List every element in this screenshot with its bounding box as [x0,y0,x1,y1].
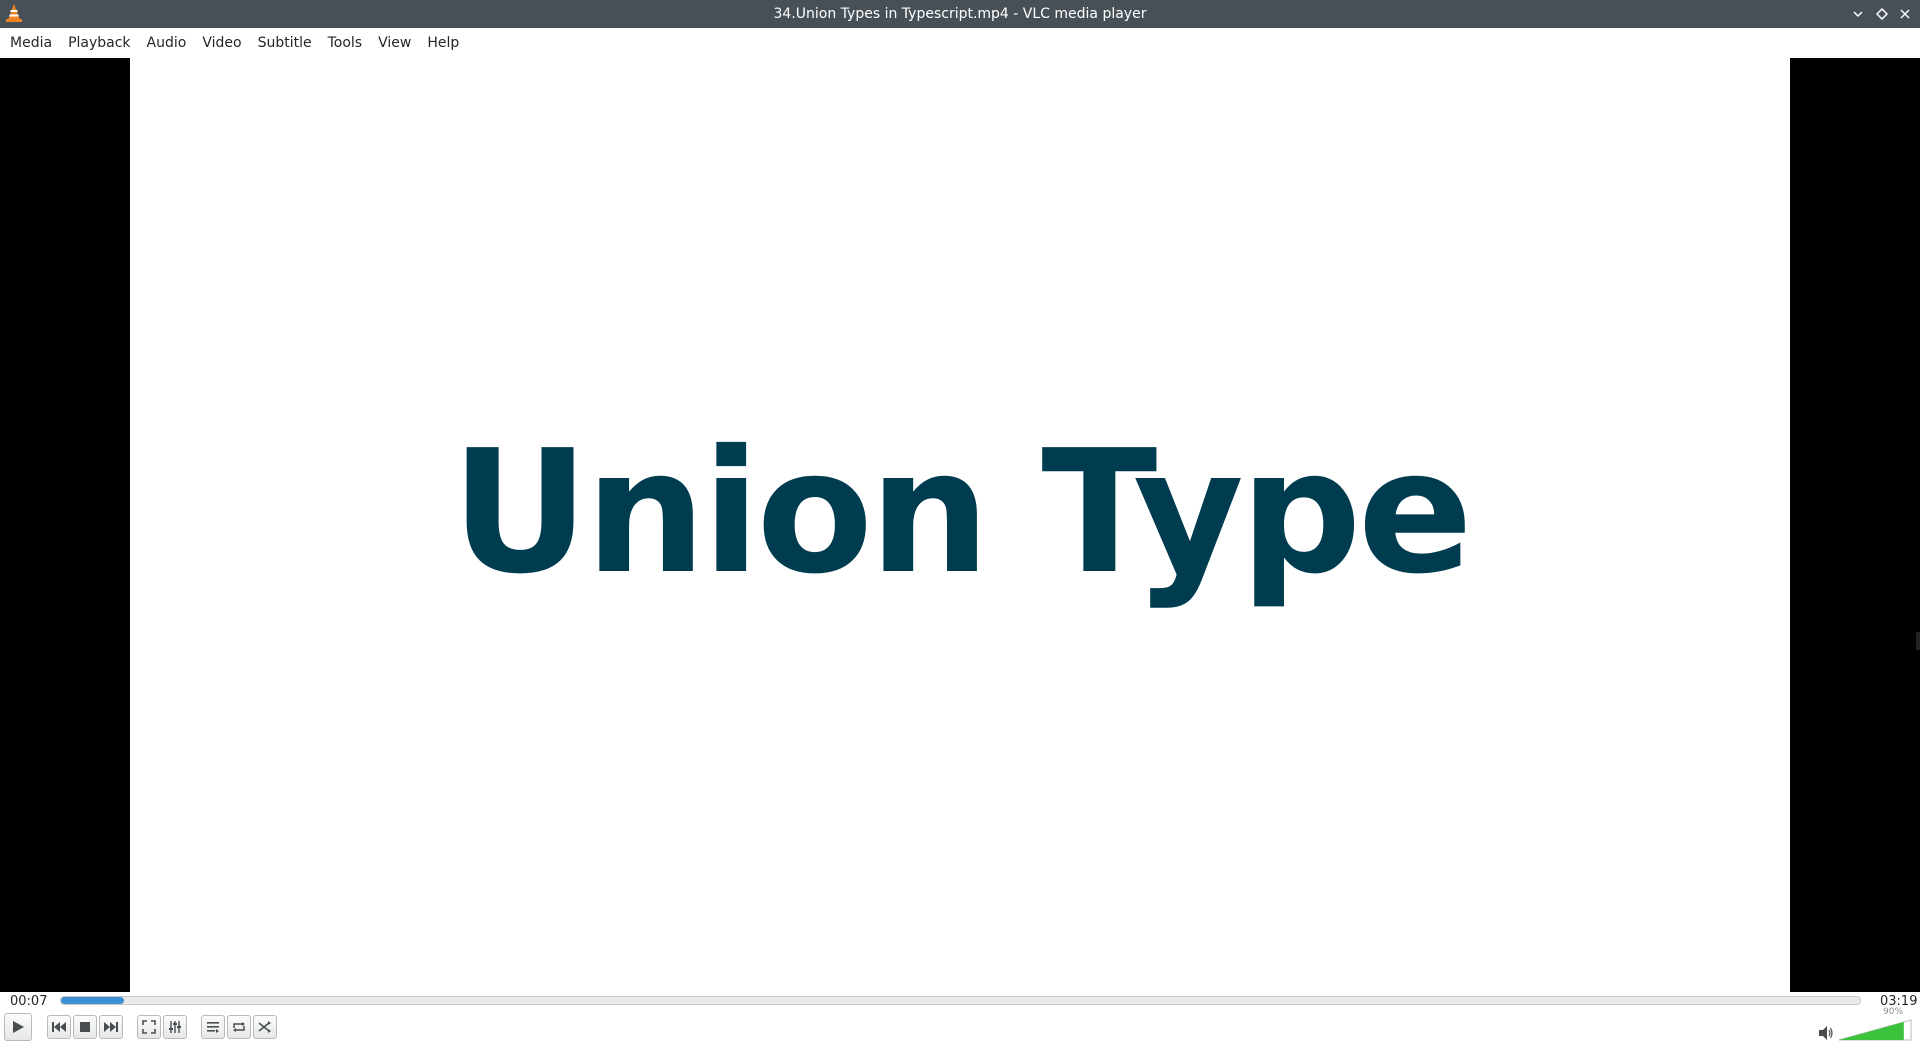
stop-button[interactable] [73,1015,97,1039]
fullscreen-icon [142,1020,156,1034]
resize-handle[interactable] [1916,632,1920,650]
maximize-button[interactable] [1872,4,1892,24]
close-button[interactable] [1895,4,1915,24]
menu-view[interactable]: View [370,28,419,58]
seek-slider[interactable] [60,996,1861,1005]
seek-progress [61,997,124,1004]
shuffle-icon [258,1021,271,1033]
video-frame: Union Type [130,58,1790,992]
extended-settings-icon [169,1021,181,1033]
seek-row: 00:07 03:19 [0,992,1920,1011]
fullscreen-button[interactable] [137,1015,161,1039]
minimize-icon [1853,11,1863,18]
maximize-icon [1876,8,1888,20]
close-icon [1900,9,1910,19]
title-bar: 34.Union Types in Typescript.mp4 - VLC m… [0,0,1920,28]
loop-icon [233,1022,245,1032]
video-frame-text: Union Type [451,414,1473,612]
loop-button[interactable] [227,1015,251,1039]
volume-percent: 90% [1883,1007,1904,1017]
previous-icon [52,1022,66,1032]
menu-video[interactable]: Video [194,28,249,58]
menu-tools[interactable]: Tools [320,28,371,58]
menu-help[interactable]: Help [419,28,467,58]
video-area[interactable]: Union Type [0,58,1920,992]
menu-audio[interactable]: Audio [139,28,195,58]
playlist-icon [207,1022,219,1033]
minimize-button[interactable] [1848,4,1868,24]
playlist-button[interactable] [201,1015,225,1039]
next-icon [104,1022,118,1032]
next-button[interactable] [99,1015,123,1039]
menu-playback[interactable]: Playback [60,28,138,58]
play-button[interactable] [4,1013,32,1041]
window-title: 34.Union Types in Typescript.mp4 - VLC m… [773,6,1147,22]
previous-button[interactable] [47,1015,71,1039]
vlc-window: 34.Union Types in Typescript.mp4 - VLC m… [0,0,1920,1043]
play-icon [13,1021,24,1033]
controls-bar [0,1011,1920,1043]
elapsed-time: 00:07 [10,994,48,1009]
menu-media[interactable]: Media [2,28,60,58]
stop-icon [80,1022,90,1032]
speaker-icon[interactable] [1818,1025,1834,1041]
extended-settings-button[interactable] [163,1015,187,1039]
menu-bar: Media Playback Audio Video Subtitle Tool… [0,28,1920,58]
volume-slider[interactable] [1838,1019,1912,1041]
menu-subtitle[interactable]: Subtitle [250,28,320,58]
shuffle-button[interactable] [253,1015,277,1039]
